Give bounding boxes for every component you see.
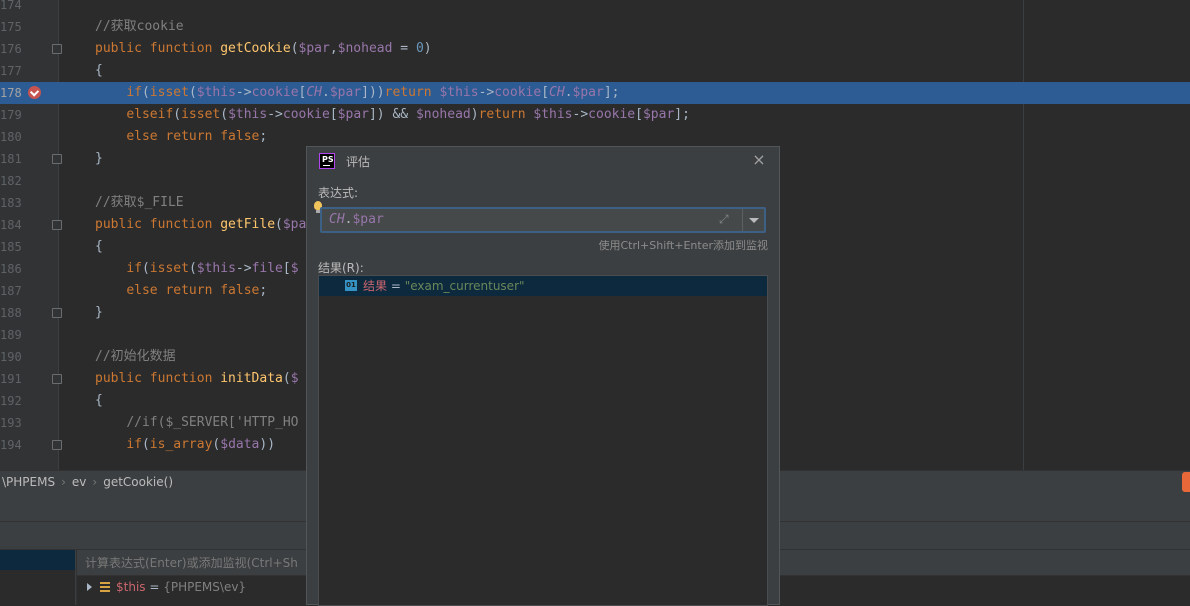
result-row[interactable]: 01 结果 = "exam_currentuser" <box>319 276 767 296</box>
code-text: //if($_SERVER['HTTP_HO <box>126 415 299 430</box>
code-line[interactable]: 179 elseif(isset($this->cookie[$par]) &&… <box>0 104 1190 126</box>
history-dropdown-button[interactable] <box>742 209 765 231</box>
code-text: public function getCookie($par,$nohead =… <box>95 41 432 56</box>
chevron-right-icon: › <box>61 475 66 489</box>
watch-hint: 使用Ctrl+Shift+Enter添加到监视 <box>598 239 768 252</box>
line-number: 176 <box>0 42 22 56</box>
code-text: public function initData($ <box>95 371 299 386</box>
variable-equals: = <box>145 580 164 594</box>
fold-marker-icon[interactable] <box>52 220 62 230</box>
result-tree[interactable]: 01 结果 = "exam_currentuser" <box>318 275 768 606</box>
result-value: "exam_currentuser" <box>404 279 525 293</box>
line-number: 190 <box>0 350 22 364</box>
expression-label: 表达式: <box>318 186 359 200</box>
fold-marker-icon[interactable] <box>52 44 62 54</box>
line-number: 182 <box>0 174 22 188</box>
code-text: } <box>95 151 103 166</box>
dialog-title-bar[interactable]: PS 评估 × <box>307 147 779 175</box>
code-line[interactable]: 176 public function getCookie($par,$nohea… <box>0 38 1190 60</box>
variable-row[interactable]: $this = {PHPEMS\ev} <box>77 576 246 598</box>
line-number: 174 <box>0 0 22 12</box>
expand-icon[interactable]: ⤢ <box>719 212 733 226</box>
chevron-right-icon: › <box>92 475 98 489</box>
frames-list[interactable] <box>0 550 75 605</box>
line-number: 180 <box>0 130 22 144</box>
selected-frame[interactable] <box>0 550 75 570</box>
code-line[interactable]: 175 //获取cookie <box>0 16 1190 38</box>
expression-value[interactable]: CH.$par <box>329 212 384 227</box>
code-text: { <box>95 393 103 408</box>
code-text: //获取$_FILE <box>95 195 184 210</box>
line-number: 188 <box>0 306 22 320</box>
current-execution-line[interactable]: 178 if(isset($this->cookie[CH.$par]))ret… <box>0 82 1190 104</box>
fold-marker-icon[interactable] <box>52 374 62 384</box>
line-number: 192 <box>0 394 22 408</box>
variable-value: {PHPEMS\ev} <box>163 580 247 594</box>
close-icon[interactable]: × <box>751 152 767 168</box>
line-number: 181 <box>0 152 22 166</box>
primitive-value-icon: 01 <box>345 280 357 291</box>
line-number: 193 <box>0 416 22 430</box>
result-label: 结果(R): <box>318 261 364 275</box>
code-text: if(isset($this->file[$ <box>126 261 299 276</box>
code-text: else return false; <box>126 129 268 144</box>
code-text: if(isset($this->cookie[CH.$par]))return … <box>126 85 620 100</box>
code-text: else return false; <box>126 283 268 298</box>
line-number: 191 <box>0 372 22 386</box>
code-text: } <box>95 305 103 320</box>
code-line[interactable]: 180 else return false; <box>0 126 1190 148</box>
result-name: 结果 <box>363 279 388 293</box>
fold-marker-icon[interactable] <box>52 154 62 164</box>
object-icon <box>100 582 110 592</box>
code-text: { <box>95 63 103 78</box>
breadcrumb-namespace[interactable]: \PHPEMS <box>2 471 55 494</box>
result-equals: = <box>387 279 405 293</box>
code-text: //获取cookie <box>95 19 184 34</box>
code-line[interactable]: 177 { <box>0 60 1190 82</box>
code-text: elseif(isset($this->cookie[$par]) && $no… <box>126 107 690 122</box>
code-text: { <box>95 239 103 254</box>
code-text: if(is_array($data)) <box>126 437 276 452</box>
line-number: 194 <box>0 438 22 452</box>
line-number: 183 <box>0 196 22 210</box>
code-text: //初始化数据 <box>95 349 176 364</box>
breakpoint-icon[interactable] <box>28 86 41 99</box>
fold-marker-icon[interactable] <box>52 308 62 318</box>
breadcrumb-method[interactable]: getCookie() <box>103 471 173 494</box>
expression-input[interactable]: CH.$par ⤢ <box>320 207 766 233</box>
line-number: 184 <box>0 218 22 232</box>
phpstorm-logo-icon: PS <box>319 153 335 169</box>
expand-arrow-icon[interactable] <box>87 583 92 591</box>
code-line[interactable]: 174 <box>0 0 1190 16</box>
line-number: 179 <box>0 108 22 122</box>
code-text: public function getFile($pa <box>95 217 307 232</box>
line-number: 185 <box>0 240 22 254</box>
line-number: 189 <box>0 328 22 342</box>
line-number: 175 <box>0 20 22 34</box>
breadcrumb-class[interactable]: ev <box>72 471 86 494</box>
warning-marker-icon[interactable] <box>1182 472 1190 492</box>
variable-name: $this <box>116 580 146 594</box>
fold-marker-icon[interactable] <box>52 440 62 450</box>
line-number: 187 <box>0 284 22 298</box>
evaluate-dialog: PS 评估 × 表达式: CH.$par ⤢ 使用Ctrl+Shift+Ente… <box>306 146 780 606</box>
line-number: 178 <box>0 86 22 100</box>
line-number: 177 <box>0 64 22 78</box>
dialog-title: 评估 <box>346 155 371 169</box>
line-number: 186 <box>0 262 22 276</box>
